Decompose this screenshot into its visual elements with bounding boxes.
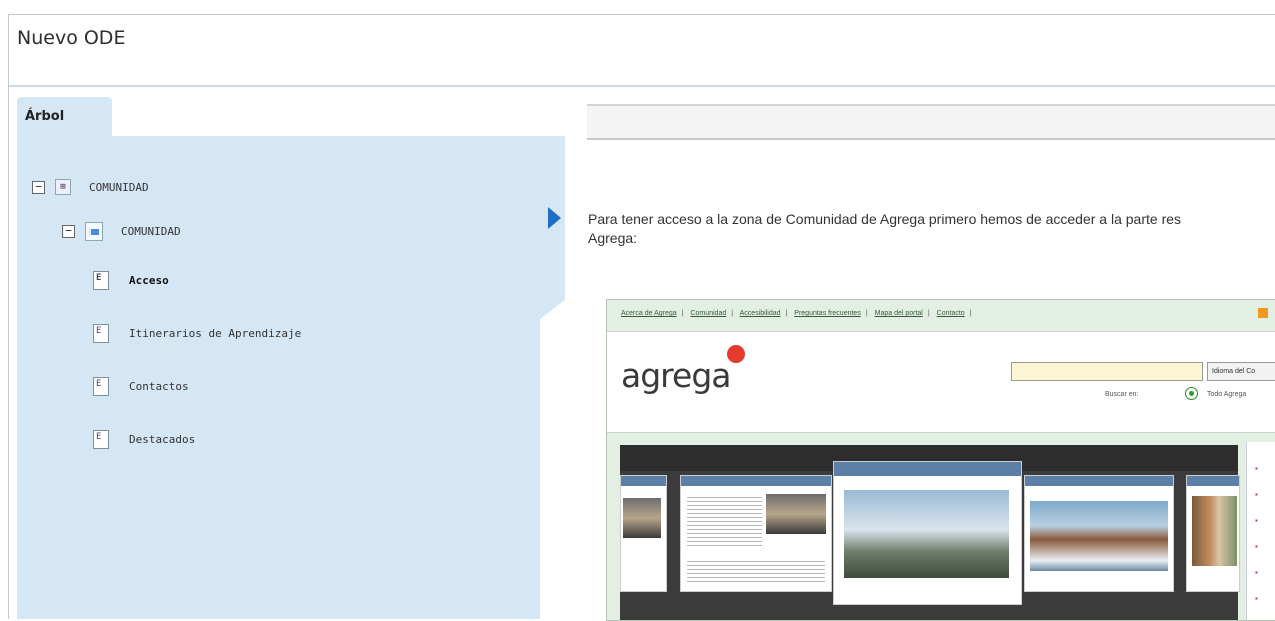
search-in-label: Buscar en:	[1105, 391, 1139, 398]
organization-icon: ⊞	[55, 179, 71, 195]
tree-node-destacados[interactable]: Destacados	[93, 430, 195, 449]
screenshot-header: agrega Idioma del Co Buscar en: Todo Agr…	[607, 331, 1275, 433]
window-title: Nuevo ODE	[17, 27, 126, 49]
language-button: Idioma del Co	[1207, 362, 1275, 381]
collapse-toggle-icon[interactable]: −	[62, 225, 75, 238]
frame-left-border	[8, 84, 9, 619]
page-icon	[93, 324, 109, 343]
list-bullet-icon: ▪	[1255, 568, 1258, 577]
card-text	[687, 494, 762, 549]
tab-arbol-label: Árbol	[25, 109, 65, 124]
card-image	[1030, 501, 1168, 571]
screenshot-sidebar-list: ▪ ▪ ▪ ▪ ▪ ▪	[1246, 442, 1275, 620]
tree-node-comunidad-root[interactable]: − ⊞ COMUNIDAD	[32, 179, 149, 195]
tree-node-label: Contactos	[129, 380, 189, 393]
tab-arbol[interactable]: Árbol	[17, 97, 112, 137]
panel-cutout	[540, 319, 565, 619]
rss-icon	[1258, 308, 1268, 318]
logo-dot-icon	[727, 345, 745, 363]
card-header	[1187, 476, 1239, 486]
carousel-card	[1186, 475, 1240, 592]
nav-link: Mapa del portal	[874, 310, 923, 317]
list-bullet-icon: ▪	[1255, 542, 1258, 551]
paragraph-line: Agrega:	[588, 230, 638, 246]
card-image	[1192, 496, 1237, 566]
radio-icon	[1185, 387, 1198, 400]
nav-link: Preguntas frecuentes	[794, 310, 861, 317]
tree-node-label: Acceso	[129, 274, 169, 287]
nav-link: Contacto	[936, 310, 965, 317]
tree-node-label: Destacados	[129, 433, 196, 446]
nav-link: Accesibilidad	[739, 310, 781, 317]
title-bar: Nuevo ODE	[8, 14, 1275, 87]
search-scope-label: Todo Agrega	[1207, 391, 1247, 398]
card-image	[766, 494, 826, 534]
card-header	[621, 476, 666, 486]
tree-node-label: COMUNIDAD	[121, 225, 181, 238]
list-bullet-icon: ▪	[1255, 594, 1258, 603]
image-carousel	[620, 445, 1240, 620]
tree-node-itinerarios[interactable]: Itinerarios de Aprendizaje	[93, 324, 301, 343]
card-image	[623, 498, 661, 538]
screenshot-search-input	[1011, 362, 1203, 381]
list-bullet-icon: ▪	[1255, 516, 1258, 525]
paragraph-line: Para tener acceso a la zona de Comunidad…	[588, 211, 1182, 227]
list-bullet-icon: ▪	[1255, 464, 1258, 473]
screenshot-nav: Acerca de Agrega | Comunidad | Accesibilid…	[621, 310, 972, 317]
card-header	[1025, 476, 1173, 486]
carousel-card	[680, 475, 832, 592]
card-text	[687, 558, 825, 583]
collapse-toggle-icon[interactable]: −	[32, 180, 45, 194]
item-folder-icon	[85, 222, 103, 241]
card-header	[681, 476, 831, 486]
tree-node-contactos[interactable]: Contactos	[93, 377, 189, 396]
page-icon	[93, 377, 109, 396]
panel-corner-cut	[540, 300, 565, 319]
tree-node-label: COMUNIDAD	[89, 180, 149, 194]
tree-node-label: Itinerarios de Aprendizaje	[129, 327, 302, 340]
carousel-card	[1024, 475, 1174, 592]
tree-node-comunidad[interactable]: − COMUNIDAD	[62, 222, 181, 241]
content-toolbar	[587, 106, 1275, 140]
nav-link: Acerca de Agrega	[621, 310, 677, 317]
carousel-card	[620, 475, 667, 592]
page-icon	[93, 271, 109, 290]
list-bullet-icon: ▪	[1255, 490, 1258, 499]
tree-node-acceso[interactable]: Acceso	[93, 271, 169, 290]
carousel-card-featured	[833, 461, 1022, 605]
expand-arrow-icon[interactable]	[548, 207, 561, 229]
card-image	[844, 490, 1009, 578]
content-paragraph: Para tener acceso a la zona de Comunidad…	[588, 210, 1275, 248]
nav-link: Comunidad	[690, 310, 727, 317]
embedded-screenshot: Acerca de Agrega | Comunidad | Accesibilid…	[606, 299, 1275, 621]
agrega-logo: agrega	[621, 356, 731, 395]
card-header	[834, 462, 1021, 476]
page-icon	[93, 430, 109, 449]
